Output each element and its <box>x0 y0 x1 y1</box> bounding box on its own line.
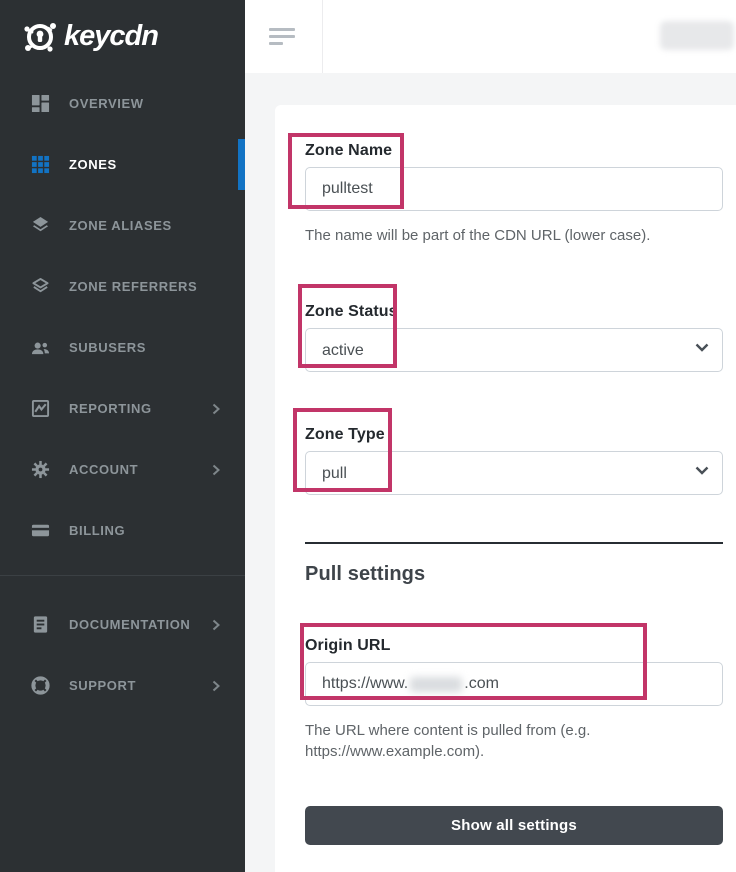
brand-logo[interactable]: keycdn <box>0 0 245 73</box>
sidebar-item-billing[interactable]: BILLING <box>0 500 245 561</box>
zone-name-help: The name will be part of the CDN URL (lo… <box>305 225 723 246</box>
sidebar-divider <box>0 575 245 576</box>
sidebar-item-label: SUBUSERS <box>69 340 146 355</box>
sidebar-item-overview[interactable]: OVERVIEW <box>0 73 245 134</box>
user-menu-blurred[interactable] <box>660 21 734 50</box>
sidebar-item-support[interactable]: SUPPORT <box>0 655 245 716</box>
origin-url-prefix: https://www. <box>322 675 408 693</box>
hamburger-menu-icon[interactable] <box>269 28 297 45</box>
topbar <box>245 0 736 73</box>
lifebuoy-icon <box>30 676 50 696</box>
sidebar-item-label: OVERVIEW <box>69 96 144 111</box>
chevron-right-icon <box>211 680 221 692</box>
origin-url-input[interactable]: https://www. .com <box>305 662 723 706</box>
sidebar-item-zone-aliases[interactable]: ZONE ALIASES <box>0 195 245 256</box>
origin-url-redacted <box>410 677 462 692</box>
sidebar-item-reporting[interactable]: REPORTING <box>0 378 245 439</box>
show-all-settings-button[interactable]: Show all settings <box>305 806 723 845</box>
sidebar-nav-primary: OVERVIEW ZONES <box>0 73 245 561</box>
zone-name-label: Zone Name <box>305 141 723 160</box>
zone-name-group: Zone Name The name will be part of the C… <box>305 141 723 246</box>
sidebar-item-label: BILLING <box>69 523 125 538</box>
sidebar-item-label: ZONE ALIASES <box>69 218 172 233</box>
sidebar-item-label: ACCOUNT <box>69 462 138 477</box>
zone-status-select[interactable]: active <box>305 328 723 372</box>
sidebar-item-documentation[interactable]: DOCUMENTATION <box>0 594 245 655</box>
grid-icon <box>30 155 50 175</box>
sidebar: keycdn OVERVIEW <box>0 0 245 872</box>
zone-type-select[interactable]: pull <box>305 451 723 495</box>
users-icon <box>30 338 50 358</box>
credit-card-icon <box>30 521 50 541</box>
content-background: Zone Name The name will be part of the C… <box>245 73 736 872</box>
origin-url-group: Origin URL https://www. .com The URL whe… <box>305 636 723 762</box>
chevron-right-icon <box>211 464 221 476</box>
sidebar-item-subusers[interactable]: SUBUSERS <box>0 317 245 378</box>
sidebar-item-label: SUPPORT <box>69 678 136 693</box>
zone-name-input[interactable] <box>305 167 723 211</box>
sidebar-item-zone-referrers[interactable]: ZONE REFERRERS <box>0 256 245 317</box>
sidebar-item-label: REPORTING <box>69 401 152 416</box>
sidebar-item-zones[interactable]: ZONES <box>0 134 245 195</box>
section-divider <box>305 542 723 544</box>
zone-status-label: Zone Status <box>305 302 723 321</box>
chevron-right-icon <box>211 619 221 631</box>
dashboard-icon <box>30 94 50 114</box>
layers-outline-icon <box>30 277 50 297</box>
topbar-divider <box>322 0 323 73</box>
sidebar-item-label: ZONES <box>69 157 117 172</box>
sidebar-item-account[interactable]: ACCOUNT <box>0 439 245 500</box>
sidebar-nav-secondary: DOCUMENTATION SUPPORT <box>0 594 245 716</box>
origin-url-label: Origin URL <box>305 636 723 655</box>
sidebar-item-label: ZONE REFERRERS <box>69 279 197 294</box>
document-icon <box>30 615 50 635</box>
main-area: Zone Name The name will be part of the C… <box>245 0 736 872</box>
zone-type-group: Zone Type pull <box>305 425 723 495</box>
pull-settings-heading: Pull settings <box>305 563 723 586</box>
zone-status-group: Zone Status active <box>305 302 723 372</box>
zone-settings-card: Zone Name The name will be part of the C… <box>275 105 736 872</box>
keycdn-key-icon <box>18 15 62 59</box>
origin-url-help: The URL where content is pulled from (e.… <box>305 720 723 762</box>
app-window: keycdn OVERVIEW <box>0 0 736 872</box>
chart-icon <box>30 399 50 419</box>
layers-filled-icon <box>30 216 50 236</box>
sidebar-item-label: DOCUMENTATION <box>69 617 190 632</box>
zone-type-label: Zone Type <box>305 425 723 444</box>
gear-icon <box>30 460 50 480</box>
origin-url-suffix: .com <box>464 675 499 693</box>
chevron-right-icon <box>211 403 221 415</box>
brand-name: keycdn <box>64 20 158 53</box>
